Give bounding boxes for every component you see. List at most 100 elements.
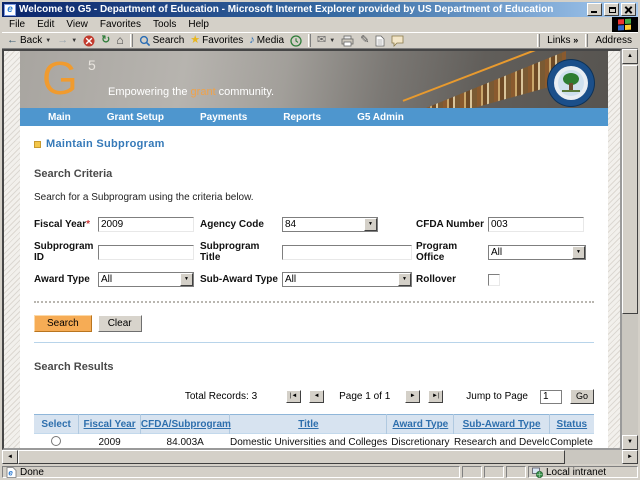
mail-dropdown-icon[interactable]: ▼ bbox=[329, 38, 335, 44]
title-bar: e Welcome to G5 - Department of Educatio… bbox=[2, 2, 638, 17]
nav-reports[interactable]: Reports bbox=[283, 112, 321, 123]
table-header-row: Select Fiscal Year CFDA/Subprogram Title… bbox=[34, 415, 594, 434]
search-label: Search bbox=[153, 35, 185, 46]
fiscal-year-input[interactable] bbox=[98, 217, 194, 232]
restore-button[interactable] bbox=[604, 3, 619, 16]
page-status-icon: e bbox=[6, 467, 17, 478]
dotted-separator bbox=[34, 301, 594, 303]
status-bar: e Done Local intranet bbox=[2, 464, 638, 478]
print-button[interactable] bbox=[338, 34, 357, 48]
horizontal-scroll-thumb[interactable] bbox=[18, 450, 565, 464]
status-pane bbox=[484, 466, 504, 478]
chevron-down-icon[interactable]: ▼ bbox=[398, 273, 411, 286]
go-button[interactable]: Go bbox=[570, 389, 594, 404]
search-button[interactable]: Search bbox=[136, 34, 188, 48]
back-dropdown-icon[interactable]: ▼ bbox=[45, 38, 51, 44]
section-divider bbox=[34, 342, 594, 343]
program-office-select[interactable]: All▼ bbox=[488, 245, 586, 260]
rollover-checkbox[interactable] bbox=[488, 274, 500, 286]
home-button[interactable]: ⌂ bbox=[113, 34, 126, 47]
address-bar[interactable]: Address bbox=[591, 35, 636, 46]
mail-icon: ✉ bbox=[317, 35, 326, 46]
back-label: Back bbox=[20, 35, 42, 46]
minimize-button[interactable] bbox=[587, 3, 602, 16]
jump-to-page-input[interactable] bbox=[540, 390, 562, 404]
toolbar-separator bbox=[308, 34, 311, 47]
chevron-down-icon[interactable]: ▼ bbox=[364, 218, 377, 231]
windows-flag-icon bbox=[618, 19, 632, 31]
nav-main[interactable]: Main bbox=[48, 112, 71, 123]
table-row: 2009 84.003A Domestic Universities and C… bbox=[34, 434, 594, 451]
pagination-top: Total Records: 3 |◄ ◄ Page 1 of 1 ► ►| J… bbox=[34, 389, 594, 404]
row-select-radio[interactable] bbox=[51, 436, 61, 446]
fiscal-year-label: Fiscal Year* bbox=[34, 219, 98, 230]
window-title: Welcome to G5 - Department of Education … bbox=[19, 4, 587, 15]
forward-button[interactable]: → ▼ bbox=[54, 34, 80, 47]
discuss-button[interactable] bbox=[388, 34, 407, 48]
scroll-right-icon[interactable]: ► bbox=[622, 450, 638, 464]
back-button[interactable]: ← Back ▼ bbox=[4, 34, 54, 47]
col-fiscal-year[interactable]: Fiscal Year bbox=[79, 415, 141, 434]
g5-logo-five: 5 bbox=[88, 57, 96, 73]
col-title[interactable]: Title bbox=[230, 415, 387, 434]
award-type-select[interactable]: All▼ bbox=[98, 272, 194, 287]
last-page-button[interactable]: ►| bbox=[428, 390, 443, 403]
discuss-icon bbox=[391, 35, 404, 47]
next-page-button[interactable]: ► bbox=[405, 390, 420, 403]
subprogram-title-input[interactable] bbox=[282, 245, 412, 260]
print-icon bbox=[341, 35, 354, 47]
nav-grant-setup[interactable]: Grant Setup bbox=[107, 112, 164, 123]
vertical-scroll-thumb[interactable] bbox=[622, 65, 638, 314]
chevron-down-icon[interactable]: ▼ bbox=[572, 246, 585, 259]
nav-payments[interactable]: Payments bbox=[200, 112, 247, 123]
media-button[interactable]: ♪ Media bbox=[246, 34, 287, 47]
stop-button[interactable] bbox=[80, 34, 98, 48]
edit-button[interactable]: ✎ bbox=[357, 34, 372, 47]
rollover-label: Rollover bbox=[416, 274, 488, 285]
menu-view[interactable]: View bbox=[61, 18, 93, 31]
sub-award-type-select[interactable]: All▼ bbox=[282, 272, 412, 287]
cell-title: Domestic Universities and Colleges bbox=[230, 434, 387, 451]
vertical-scrollbar[interactable]: ▲ ▼ bbox=[622, 49, 638, 450]
first-page-button[interactable]: |◄ bbox=[286, 390, 301, 403]
search-submit-button[interactable]: Search bbox=[34, 315, 92, 332]
ie-icon: e bbox=[4, 4, 16, 16]
home-icon: ⌂ bbox=[116, 35, 123, 46]
page-title-bullet-icon bbox=[34, 141, 41, 148]
mail-button[interactable]: ✉ ▼ bbox=[314, 34, 338, 47]
status-text: Done bbox=[20, 467, 44, 478]
clear-button[interactable]: Clear bbox=[98, 315, 142, 332]
menu-edit[interactable]: Edit bbox=[32, 18, 59, 31]
scroll-left-icon[interactable]: ◄ bbox=[2, 450, 18, 464]
cell-award-type: Discretionary bbox=[387, 434, 454, 451]
col-cfda-subprogram[interactable]: CFDA/Subprogram bbox=[140, 415, 230, 434]
refresh-button[interactable]: ↻ bbox=[98, 34, 113, 47]
scroll-up-icon[interactable]: ▲ bbox=[622, 49, 638, 64]
col-sub-award-type[interactable]: Sub-Award Type bbox=[454, 415, 549, 434]
menu-favorites[interactable]: Favorites bbox=[95, 18, 146, 31]
links-label: Links bbox=[547, 35, 570, 46]
col-award-type[interactable]: Award Type bbox=[387, 415, 454, 434]
page-indicator: Page 1 of 1 bbox=[339, 391, 390, 402]
document-button[interactable] bbox=[372, 34, 388, 48]
agency-code-select[interactable]: 84▼ bbox=[282, 217, 378, 232]
horizontal-scrollbar[interactable]: ◄ ► bbox=[2, 450, 638, 464]
g5-banner: G 5 Empowering the grant community. bbox=[20, 51, 608, 108]
chevron-down-icon[interactable]: ▼ bbox=[180, 273, 193, 286]
favorites-button[interactable]: ★ Favorites bbox=[187, 34, 246, 47]
menu-tools[interactable]: Tools bbox=[148, 18, 181, 31]
subprogram-id-input[interactable] bbox=[98, 245, 194, 260]
col-status[interactable]: Status bbox=[549, 415, 594, 434]
close-button[interactable] bbox=[621, 3, 636, 16]
nav-g5-admin[interactable]: G5 Admin bbox=[357, 112, 404, 123]
scroll-down-icon[interactable]: ▼ bbox=[622, 435, 638, 450]
menu-file[interactable]: File bbox=[4, 18, 30, 31]
prev-page-button[interactable]: ◄ bbox=[309, 390, 324, 403]
cfda-number-input[interactable] bbox=[488, 217, 584, 232]
search-results-heading: Search Results bbox=[34, 361, 594, 373]
links-bar[interactable]: Links » bbox=[543, 35, 582, 46]
menu-help[interactable]: Help bbox=[183, 18, 214, 31]
history-button[interactable] bbox=[287, 34, 305, 48]
links-chevron-icon: » bbox=[573, 35, 578, 45]
forward-dropdown-icon[interactable]: ▼ bbox=[71, 38, 77, 44]
